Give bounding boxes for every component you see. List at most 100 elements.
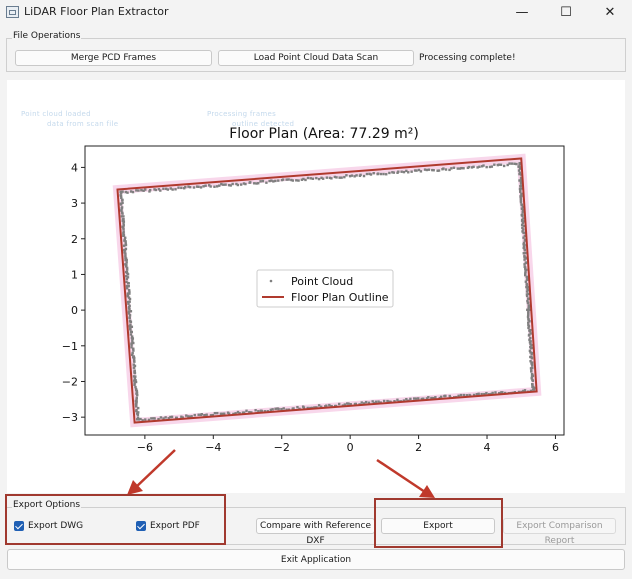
point-cloud-point <box>136 416 140 419</box>
point-cloud-point <box>510 162 514 165</box>
point-cloud-point <box>274 179 277 183</box>
point-cloud-point <box>199 413 203 416</box>
exit-application-button[interactable]: Exit Application <box>7 549 625 570</box>
point-cloud-point <box>180 186 183 190</box>
y-tick-label: −2 <box>62 375 78 388</box>
legend-point-cloud-marker <box>269 279 273 283</box>
point-cloud-point <box>162 187 165 190</box>
point-cloud-point <box>452 166 456 169</box>
point-cloud-point <box>518 172 521 176</box>
point-cloud-point <box>204 184 207 187</box>
y-tick-label: 0 <box>71 304 78 317</box>
point-cloud-point <box>274 407 277 410</box>
point-cloud-point <box>386 399 389 403</box>
annotation-arrow-right-head <box>419 485 435 498</box>
point-cloud-point <box>177 186 180 189</box>
point-cloud-point <box>128 319 132 322</box>
point-cloud-point <box>482 164 485 167</box>
point-cloud-point <box>197 413 200 416</box>
point-cloud-point <box>530 353 533 356</box>
point-cloud-point <box>302 177 305 181</box>
point-cloud-point <box>130 330 133 334</box>
y-tick-label: −3 <box>62 411 78 424</box>
point-cloud-point <box>382 399 386 403</box>
point-cloud-point <box>530 370 533 373</box>
point-cloud-point <box>129 333 133 336</box>
point-cloud-point <box>171 188 174 191</box>
point-cloud-point <box>166 188 169 191</box>
point-cloud-point <box>126 300 130 304</box>
point-cloud-point <box>377 400 380 403</box>
point-cloud-point <box>254 409 257 412</box>
point-cloud-point <box>135 396 138 400</box>
point-cloud-point <box>216 411 219 415</box>
point-cloud-point <box>520 192 523 196</box>
point-cloud-point <box>125 287 129 290</box>
point-cloud-point <box>120 215 124 218</box>
annotation-arrow-left-line <box>134 449 176 489</box>
point-cloud-point <box>131 190 135 194</box>
point-cloud-point <box>337 402 341 406</box>
point-cloud-point <box>205 413 208 416</box>
point-cloud-point <box>119 194 122 197</box>
point-cloud-point <box>259 409 263 412</box>
point-cloud-point <box>213 411 217 415</box>
point-cloud-point <box>187 415 190 418</box>
point-cloud-point <box>184 185 187 189</box>
point-cloud-point <box>297 179 300 182</box>
point-cloud-point <box>432 169 435 172</box>
point-cloud-point <box>130 346 133 349</box>
point-cloud-point <box>134 385 137 389</box>
point-cloud-point <box>239 183 243 186</box>
point-cloud-point <box>519 184 523 188</box>
point-cloud-point <box>437 169 441 172</box>
point-cloud-point <box>467 165 471 169</box>
point-cloud-point <box>524 280 528 283</box>
point-cloud-point <box>133 369 136 373</box>
export-comparison-report-button[interactable]: Export Comparison Report <box>503 518 616 546</box>
point-cloud-point <box>359 173 362 177</box>
point-cloud-point <box>531 383 534 386</box>
point-cloud-point <box>259 180 262 183</box>
point-cloud-point <box>525 294 529 298</box>
legend-outline-label: Floor Plan Outline <box>291 291 389 304</box>
point-cloud-point <box>188 185 192 189</box>
point-cloud-point <box>321 177 325 180</box>
point-cloud-point <box>502 164 506 168</box>
point-cloud-point <box>412 397 416 400</box>
point-cloud-point <box>159 189 162 192</box>
point-cloud-point <box>226 411 230 414</box>
point-cloud-point <box>144 418 147 421</box>
point-cloud-point <box>253 182 256 185</box>
point-cloud-point <box>306 176 310 180</box>
point-cloud-point <box>193 413 196 417</box>
point-cloud-point <box>159 416 163 419</box>
point-cloud-point <box>497 163 501 166</box>
point-cloud-point <box>209 185 212 188</box>
point-cloud-point <box>444 168 448 171</box>
point-cloud-point <box>527 297 530 300</box>
point-cloud-point <box>372 171 375 175</box>
point-cloud-point <box>345 174 348 177</box>
point-cloud-point <box>427 168 431 171</box>
point-cloud-point <box>417 397 420 400</box>
point-cloud-point <box>132 358 136 362</box>
point-cloud-point <box>122 230 125 233</box>
point-cloud-point <box>174 188 177 191</box>
point-cloud-point <box>134 375 137 378</box>
point-cloud-point <box>199 186 203 189</box>
point-cloud-point <box>124 254 127 258</box>
point-cloud-point <box>530 346 533 350</box>
point-cloud-point <box>419 170 423 173</box>
annotation-box-export-options <box>5 494 226 545</box>
point-cloud-point <box>526 315 530 319</box>
point-cloud-point <box>365 172 369 176</box>
point-cloud-point <box>135 189 138 192</box>
compare-reference-dxf-button[interactable]: Compare with Reference DXF <box>256 518 375 546</box>
point-cloud-point <box>134 402 138 405</box>
point-cloud-point <box>442 167 445 170</box>
point-cloud-point <box>126 191 129 194</box>
point-cloud-point <box>524 251 527 255</box>
point-cloud-point <box>249 181 252 184</box>
floor-plan-chart: Floor Plan (Area: 77.29 m²) −6 −4 −2 0 2 4 6 4 3… <box>62 126 565 498</box>
